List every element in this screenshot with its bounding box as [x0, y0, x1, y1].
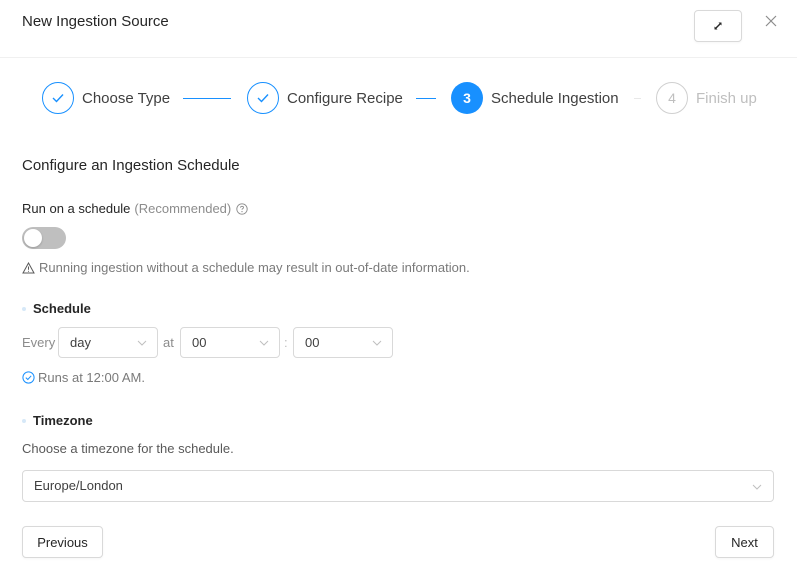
step-2-label: Configure Recipe — [287, 90, 403, 107]
step-connector — [183, 98, 231, 99]
required-dot-icon — [22, 306, 26, 311]
run-on-schedule-text: Run on a schedule — [22, 201, 131, 216]
timezone-help: Choose a timezone for the schedule. — [22, 441, 234, 456]
run-on-schedule-label: Run on a schedule (Recommended) — [22, 201, 248, 216]
expand-arrows-icon — [714, 22, 722, 30]
step-1-circle — [42, 82, 74, 114]
step-connector — [416, 98, 436, 99]
modal-header: New Ingestion Source — [0, 0, 797, 58]
frequency-select[interactable]: day — [58, 327, 158, 358]
required-dot-icon — [22, 418, 26, 423]
minute-value: 00 — [305, 335, 320, 350]
schedule-label-text: Schedule — [33, 301, 91, 316]
expand-button[interactable] — [694, 10, 742, 42]
runs-at-info: Runs at 12:00 AM. — [22, 370, 145, 385]
toggle-knob — [24, 229, 42, 247]
step-3-circle: 3 — [451, 82, 483, 114]
modal-title: New Ingestion Source — [22, 13, 169, 30]
chevron-down-icon — [137, 340, 147, 346]
chevron-down-icon — [372, 340, 382, 346]
frequency-value: day — [70, 335, 91, 350]
step-3-label: Schedule Ingestion — [491, 90, 619, 107]
check-icon — [257, 94, 269, 103]
steps-progress: Choose Type Configure Recipe 3 Schedule … — [0, 82, 797, 116]
timezone-label: Timezone — [22, 413, 93, 428]
every-label: Every — [22, 335, 56, 350]
step-4-label: Finish up — [696, 90, 757, 107]
run-on-schedule-toggle[interactable] — [22, 227, 66, 249]
hour-select[interactable]: 00 — [180, 327, 280, 358]
question-circle-icon[interactable] — [236, 202, 248, 215]
timezone-select[interactable]: Europe/London — [22, 470, 774, 502]
schedule-warning: Running ingestion without a schedule may… — [22, 260, 470, 275]
close-x-icon — [765, 15, 777, 27]
step-4-circle: 4 — [656, 82, 688, 114]
warning-text: Running ingestion without a schedule may… — [39, 260, 470, 275]
check-circle-icon — [22, 371, 35, 384]
section-title: Configure an Ingestion Schedule — [22, 157, 240, 174]
step-connector — [634, 98, 641, 99]
recommended-hint: (Recommended) — [134, 201, 232, 216]
close-button[interactable] — [762, 12, 780, 30]
at-label: at — [163, 335, 174, 350]
runs-at-text: Runs at 12:00 AM. — [38, 370, 145, 385]
chevron-down-icon — [259, 340, 269, 346]
timezone-label-text: Timezone — [33, 413, 93, 428]
previous-button[interactable]: Previous — [22, 526, 103, 558]
minute-select[interactable]: 00 — [293, 327, 393, 358]
next-button[interactable]: Next — [715, 526, 774, 558]
step-2-circle — [247, 82, 279, 114]
hour-value: 00 — [192, 335, 207, 350]
schedule-label: Schedule — [22, 301, 91, 316]
check-icon — [52, 94, 64, 103]
chevron-down-icon — [752, 484, 762, 490]
time-separator: : — [284, 335, 288, 350]
timezone-value: Europe/London — [34, 478, 123, 493]
warning-icon — [22, 261, 35, 273]
step-1-label: Choose Type — [82, 90, 171, 107]
